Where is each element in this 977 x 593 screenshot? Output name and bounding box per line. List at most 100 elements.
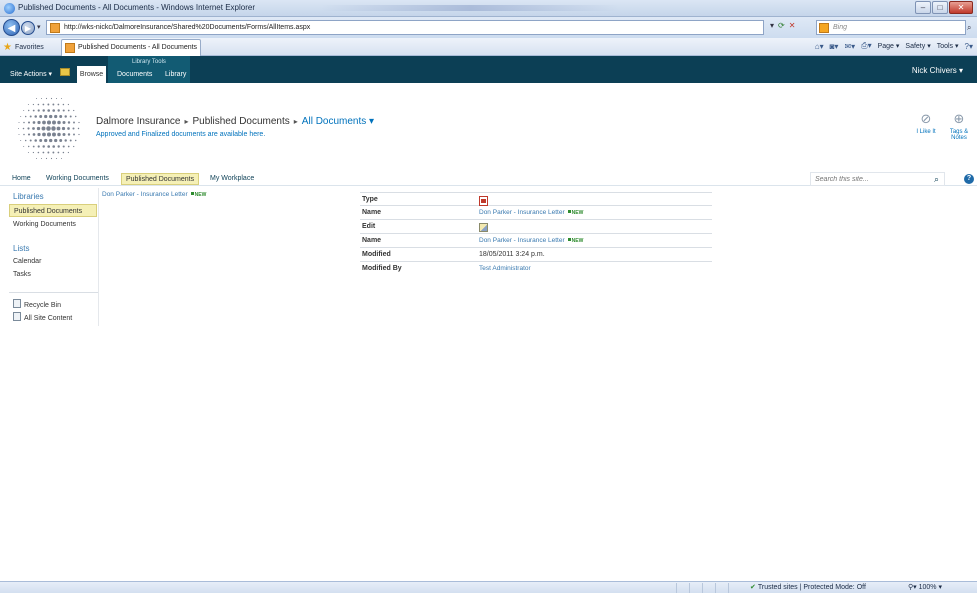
logo-dot	[67, 109, 70, 112]
new-badge: NEW	[568, 210, 584, 216]
maximize-button[interactable]: □	[932, 1, 948, 14]
user-menu[interactable]: Nick Chivers ▾	[912, 66, 963, 75]
bing-search-placeholder[interactable]: Bing	[833, 24, 847, 31]
site-actions-menu[interactable]: Site Actions ▾	[10, 70, 52, 78]
logo-dot	[40, 157, 43, 160]
logo-dot	[61, 126, 66, 131]
zoom-control[interactable]: ⚲▾ 100% ▾	[908, 583, 942, 591]
logo-dot	[72, 127, 75, 130]
logo-dot	[27, 127, 30, 130]
logo-dot	[34, 139, 37, 142]
history-dropdown-icon[interactable]: ▾	[37, 23, 41, 31]
security-zone-label: Trusted sites | Protected Mode: Off	[757, 584, 866, 591]
site-logo-icon[interactable]	[13, 91, 88, 166]
lists-header[interactable]: Lists	[13, 244, 29, 253]
tab-browse[interactable]: Browse	[77, 66, 106, 83]
name-value[interactable]: Don Parker - Insurance Letter NEW	[479, 209, 583, 216]
recycle-bin-link[interactable]: Recycle Bin	[13, 299, 61, 309]
breadcrumb-view[interactable]: All Documents ▾	[302, 116, 374, 127]
forward-button[interactable]: ▶	[21, 21, 35, 35]
name-2-value-link[interactable]: Don Parker - Insurance Letter	[479, 237, 565, 244]
logo-dot	[59, 139, 63, 142]
logo-dot	[27, 121, 31, 124]
quick-launch-published-documents[interactable]: Published Documents	[9, 204, 97, 217]
minimize-button[interactable]: –	[915, 1, 931, 14]
page-menu[interactable]: Page ▾	[878, 42, 900, 50]
topnav-my-workplace[interactable]: My Workplace	[206, 173, 258, 185]
document-link[interactable]: Don Parker - Insurance Letter	[102, 191, 188, 198]
new-badge: NEW	[191, 192, 207, 198]
tab-documents[interactable]: Documents	[117, 71, 152, 78]
tags-notes-button[interactable]: ⊕ Tags & Notes	[944, 111, 974, 141]
i-like-it-button[interactable]: ⊘ I Like It	[911, 111, 941, 135]
property-row-name-2: Name Don Parker - Insurance Letter NEW	[360, 234, 712, 248]
logo-dot	[22, 127, 25, 130]
search-icon[interactable]: ⌕	[934, 174, 939, 185]
mail-icon[interactable]: ✉▾	[844, 42, 855, 51]
logo-dot	[37, 109, 40, 112]
name-2-value[interactable]: Don Parker - Insurance Letter NEW	[479, 237, 583, 244]
page-description: Approved and Finalized documents are ava…	[96, 131, 266, 138]
browser-tab[interactable]: Published Documents - All Documents	[61, 39, 201, 56]
all-site-content-label: All Site Content	[24, 315, 73, 322]
logo-dot	[69, 139, 72, 142]
help-icon[interactable]: ?	[964, 174, 974, 184]
libraries-header[interactable]: Libraries	[13, 192, 44, 201]
refresh-icon[interactable]: ⟳	[778, 21, 785, 30]
favorites-label: Favorites	[14, 43, 44, 51]
site-search-box: ⌕	[810, 172, 945, 186]
quick-launch-working-documents[interactable]: Working Documents	[13, 221, 76, 228]
logo-dot	[20, 116, 22, 117]
document-list-item[interactable]: Don Parker - Insurance Letter NEW	[102, 191, 206, 198]
new-badge: NEW	[568, 238, 584, 244]
url-field[interactable]: http://wks-nickc/DalmoreInsurance/Shared…	[46, 20, 764, 35]
url-text[interactable]: http://wks-nickc/DalmoreInsurance/Shared…	[64, 24, 310, 31]
edit-value[interactable]	[479, 223, 488, 234]
all-site-content-link[interactable]: All Site Content	[13, 312, 72, 322]
feeds-icon[interactable]: ◙▾	[830, 42, 839, 51]
logo-dot	[49, 114, 53, 119]
browser-search-icon[interactable]: ⌕	[967, 23, 971, 33]
close-window-button[interactable]: ✕	[949, 1, 973, 14]
modified-by-value[interactable]: Test Administrator	[479, 265, 531, 272]
help-menu-icon[interactable]: ?▾	[965, 42, 973, 51]
logo-dot	[73, 121, 75, 124]
security-zone[interactable]: ✔ Trusted sites | Protected Mode: Off	[750, 583, 866, 591]
safety-menu[interactable]: Safety ▾	[905, 42, 930, 50]
home-icon[interactable]: ⌂▾	[815, 42, 824, 51]
back-button[interactable]: ◀	[3, 19, 20, 36]
site-search-input[interactable]	[811, 173, 926, 185]
topnav-home[interactable]: Home	[8, 173, 35, 185]
tools-menu[interactable]: Tools ▾	[937, 42, 959, 50]
status-segment	[702, 583, 715, 593]
logo-dot	[73, 133, 75, 136]
property-row-type: Type	[360, 192, 712, 206]
favorites-button[interactable]: ★ Favorites	[3, 40, 44, 54]
navigate-up-icon[interactable]	[60, 68, 70, 76]
recycle-bin-label: Recycle Bin	[24, 302, 61, 309]
logo-dot	[61, 98, 62, 99]
edit-document-icon[interactable]	[479, 223, 488, 232]
topnav-published-documents[interactable]: Published Documents	[121, 173, 200, 185]
property-row-edit: Edit	[360, 220, 712, 234]
check-icon: ✔	[750, 584, 756, 591]
print-icon[interactable]: ⎙▾	[861, 41, 871, 51]
logo-dot	[47, 109, 51, 112]
tab-library[interactable]: Library	[165, 71, 186, 78]
topnav-working-documents[interactable]: Working Documents	[42, 173, 113, 185]
name-value-link[interactable]: Don Parker - Insurance Letter	[479, 209, 565, 216]
breadcrumb-separator-icon: ▸	[293, 117, 298, 126]
logo-dot	[29, 139, 32, 142]
logo-dot	[67, 121, 71, 124]
bing-search-field[interactable]: Bing	[816, 20, 966, 35]
logo-dot	[23, 146, 25, 147]
url-dropdown-icon[interactable]: ▾	[770, 21, 774, 30]
quick-launch-tasks[interactable]: Tasks	[13, 271, 31, 278]
stop-icon[interactable]: ✕	[789, 21, 796, 30]
breadcrumb-site[interactable]: Dalmore Insurance	[96, 116, 180, 127]
logo-dot	[39, 139, 43, 142]
logo-dot	[67, 151, 69, 154]
logo-dot	[47, 145, 51, 148]
quick-launch-calendar[interactable]: Calendar	[13, 258, 41, 265]
breadcrumb-library[interactable]: Published Documents	[193, 116, 290, 127]
